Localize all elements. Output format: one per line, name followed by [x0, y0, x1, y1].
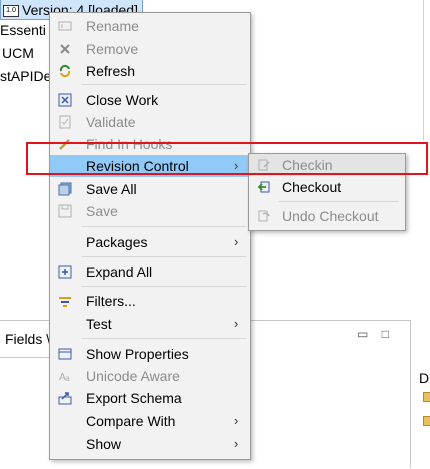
menu-item-validate[interactable]: Validate — [50, 111, 250, 133]
panel-divider — [423, 0, 424, 140]
chevron-right-icon: › — [234, 413, 239, 428]
menu-item-show-properties[interactable]: Show Properties — [50, 343, 250, 365]
folder-icon — [423, 416, 430, 426]
menu-item-save[interactable]: Save — [50, 200, 250, 222]
menu-separator — [82, 84, 246, 85]
chevron-right-icon: › — [234, 234, 239, 249]
minimize-button[interactable]: ▭ — [357, 327, 368, 341]
tree-item[interactable]: UCM — [2, 43, 34, 63]
context-menu: Rename Remove Refresh Close Work Validat… — [49, 12, 251, 460]
menu-item-save-all[interactable]: Save All — [50, 178, 250, 200]
chevron-right-icon: › — [234, 436, 239, 451]
menu-separator — [82, 256, 246, 257]
menu-item-checkout[interactable]: Checkout — [249, 176, 405, 198]
export-icon — [58, 391, 72, 405]
folder-icon — [423, 392, 430, 402]
menu-item-remove[interactable]: Remove — [50, 38, 250, 60]
menu-separator — [279, 201, 399, 202]
expand-all-icon — [58, 265, 72, 279]
properties-icon — [58, 347, 72, 361]
save-icon — [58, 204, 72, 218]
menu-item-rename[interactable]: Rename — [50, 15, 250, 37]
tree-item[interactable]: Essenti — [0, 20, 46, 40]
menu-item-expand-all[interactable]: Expand All — [50, 261, 250, 283]
close-work-icon — [58, 93, 72, 107]
right-panel: D — [410, 320, 430, 468]
svg-text:a: a — [65, 374, 70, 383]
refresh-icon — [58, 64, 72, 78]
save-all-icon — [58, 182, 72, 196]
menu-item-unicode-aware[interactable]: Aa Unicode Aware — [50, 365, 250, 387]
menu-item-close-work[interactable]: Close Work — [50, 89, 250, 111]
menu-separator — [82, 338, 246, 339]
maximize-button[interactable]: □ — [382, 327, 389, 341]
panel-controls: ▭ □ — [357, 327, 389, 341]
menu-item-show[interactable]: Show › — [50, 433, 250, 455]
menu-separator — [82, 226, 246, 227]
menu-item-filters[interactable]: Filters... — [50, 290, 250, 312]
undo-checkout-icon — [257, 209, 271, 223]
menu-item-test[interactable]: Test › — [50, 313, 250, 335]
tree-item[interactable]: stAPIDe — [0, 66, 51, 86]
annotation-highlight-box — [26, 142, 428, 175]
menu-item-export-schema[interactable]: Export Schema — [50, 387, 250, 409]
menu-item-compare-with[interactable]: Compare With › — [50, 410, 250, 432]
unicode-icon: Aa — [58, 369, 72, 383]
menu-item-packages[interactable]: Packages › — [50, 231, 250, 253]
menu-separator — [82, 286, 246, 287]
remove-icon — [58, 42, 72, 56]
rename-icon — [58, 19, 72, 33]
version-icon: 1.0 — [3, 5, 19, 18]
checkout-icon — [257, 180, 271, 194]
validate-icon — [58, 115, 72, 129]
menu-item-refresh[interactable]: Refresh — [50, 60, 250, 82]
menu-item-undo-checkout[interactable]: Undo Checkout — [249, 205, 405, 227]
chevron-right-icon: › — [234, 316, 239, 331]
right-panel-label: D — [419, 370, 430, 386]
filter-icon — [58, 294, 72, 308]
